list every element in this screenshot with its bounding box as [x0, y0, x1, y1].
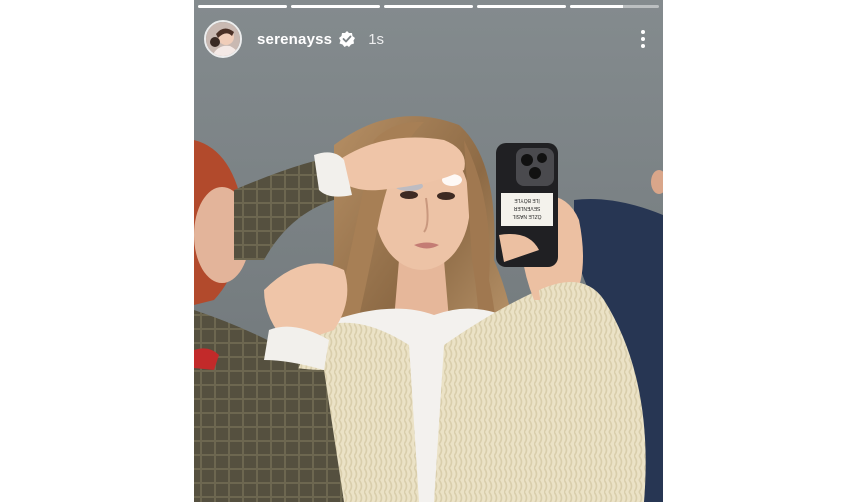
progress-segment [570, 5, 659, 8]
progress-segment [384, 5, 473, 8]
more-vertical-icon[interactable] [633, 25, 653, 53]
progress-segment [477, 5, 566, 8]
story-viewer[interactable]: ÖZLE NASIL SEVENLER İLE BÖYLE serenayss … [194, 0, 663, 502]
username[interactable]: serenayss [257, 31, 332, 48]
story-progress-bar [198, 5, 659, 8]
svg-text:ÖZLE NASIL: ÖZLE NASIL [512, 213, 541, 220]
verified-badge-icon [338, 30, 356, 48]
story-header: serenayss 1s [204, 19, 653, 59]
svg-text:SEVENLER: SEVENLER [513, 205, 540, 211]
svg-text:İLE BÖYLE: İLE BÖYLE [514, 197, 540, 204]
page: ÖZLE NASIL SEVENLER İLE BÖYLE serenayss … [0, 0, 857, 502]
progress-segment [291, 5, 380, 8]
avatar[interactable] [204, 20, 242, 58]
story-timestamp: 1s [368, 30, 385, 48]
progress-segment [198, 5, 287, 8]
story-photo: ÖZLE NASIL SEVENLER İLE BÖYLE [194, 0, 663, 502]
avatar-image [206, 22, 240, 56]
